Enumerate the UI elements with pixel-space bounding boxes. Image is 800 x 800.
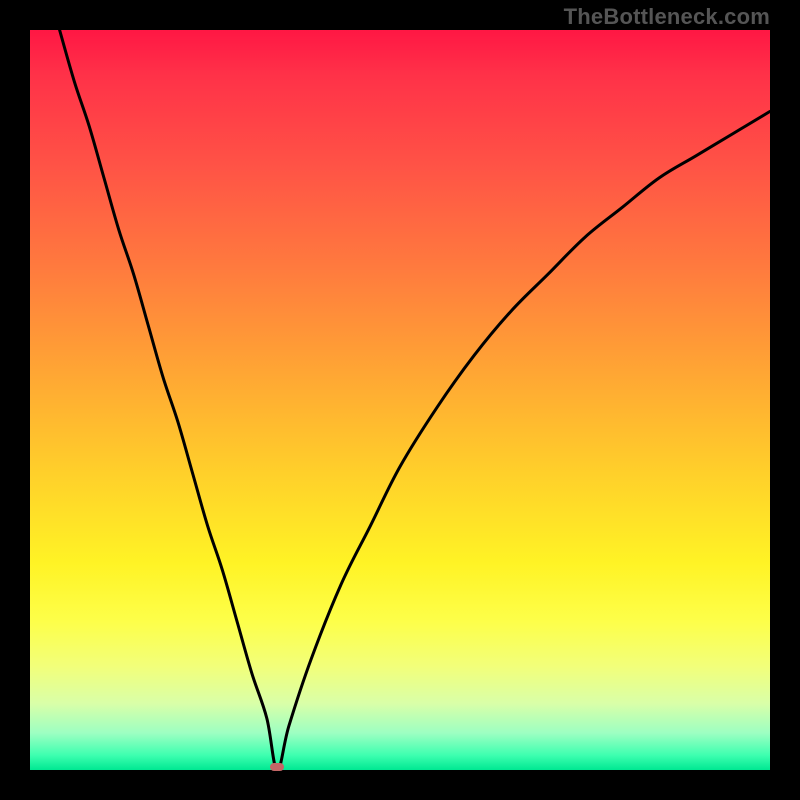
watermark-text: TheBottleneck.com [564, 4, 770, 30]
chart-frame: TheBottleneck.com [0, 0, 800, 800]
bottleneck-curve [60, 30, 770, 770]
plot-area [30, 30, 770, 770]
curve-svg [30, 30, 770, 770]
optimum-marker [270, 763, 284, 771]
